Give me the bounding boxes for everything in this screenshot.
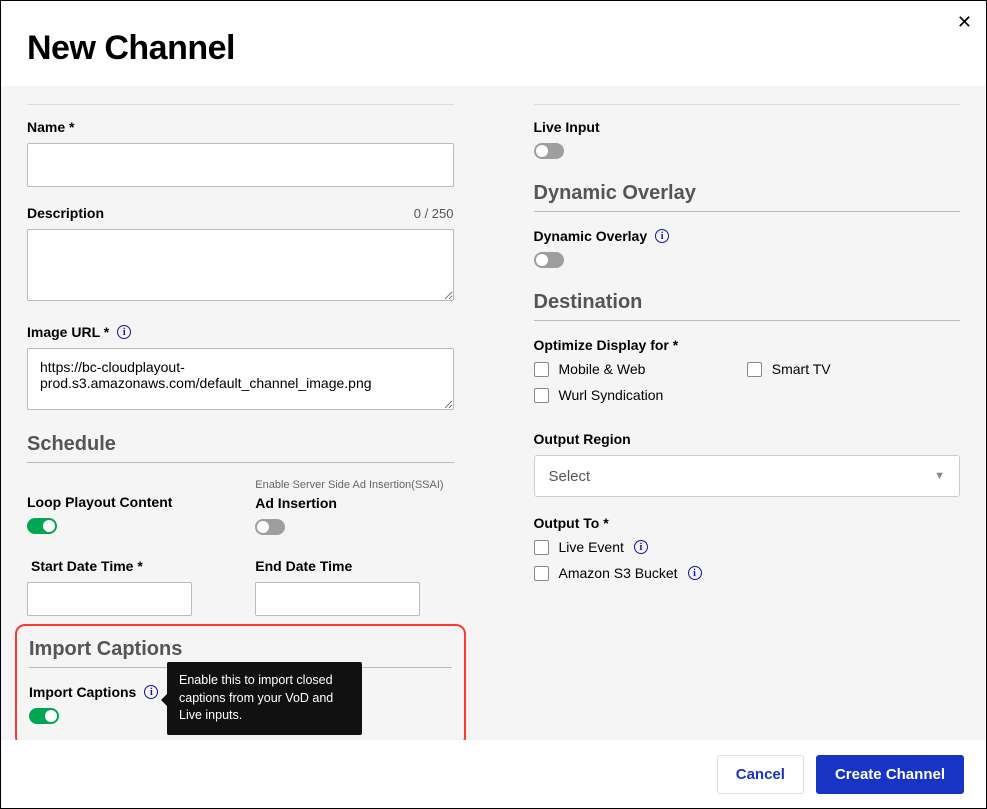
optimize-mobile-web-label: Mobile & Web	[559, 361, 646, 377]
info-icon[interactable]: i	[634, 540, 648, 554]
name-label: Name *	[27, 119, 454, 135]
output-region-placeholder: Select	[549, 468, 591, 485]
optimize-label: Optimize Display for *	[534, 337, 961, 353]
output-s3-label: Amazon S3 Bucket	[559, 565, 678, 581]
ssai-helper-text: Enable Server Side Ad Insertion(SSAI)	[255, 479, 453, 491]
divider	[534, 211, 961, 212]
ad-insertion-label: Ad Insertion	[255, 495, 453, 511]
modal-header: New Channel	[1, 1, 986, 86]
checkbox-icon	[534, 362, 549, 377]
new-channel-modal: ✕ New Channel Name * Description 0 / 250…	[0, 0, 987, 809]
description-field-group: Description 0 / 250	[27, 205, 454, 306]
divider	[534, 104, 961, 105]
start-date-input[interactable]	[27, 582, 192, 616]
info-icon[interactable]: i	[144, 685, 158, 699]
import-captions-heading: Import Captions	[29, 638, 452, 661]
import-captions-tooltip: Enable this to import closed captions fr…	[167, 662, 362, 735]
schedule-heading: Schedule	[27, 433, 454, 456]
description-counter: 0 / 250	[414, 206, 454, 221]
info-icon[interactable]: i	[688, 566, 702, 580]
live-input-toggle[interactable]	[534, 143, 564, 159]
image-url-input[interactable]	[27, 348, 454, 410]
optimize-mobile-web-option[interactable]: Mobile & Web	[534, 361, 747, 377]
destination-heading: Destination	[534, 291, 961, 314]
description-textarea[interactable]	[27, 229, 454, 301]
left-column: Name * Description 0 / 250 Image URL * i…	[27, 86, 494, 743]
dynamic-overlay-label: Dynamic Overlay	[534, 228, 648, 244]
end-date-group: End Date Time	[255, 558, 453, 616]
name-input[interactable]	[27, 143, 454, 187]
description-label-text: Description	[27, 205, 104, 221]
output-region-group: Output Region Select ▼	[534, 431, 961, 497]
optimize-wurl-option[interactable]: Wurl Syndication	[534, 387, 747, 403]
start-date-group: Start Date Time *	[27, 558, 225, 616]
cancel-button[interactable]: Cancel	[717, 755, 804, 794]
output-region-select[interactable]: Select ▼	[534, 455, 961, 497]
divider	[27, 462, 454, 463]
optimize-smarttv-label: Smart TV	[772, 361, 831, 377]
output-live-event-label: Live Event	[559, 539, 624, 555]
ad-insertion-toggle[interactable]	[255, 519, 285, 535]
start-date-label: Start Date Time *	[27, 558, 225, 574]
modal-footer: Cancel Create Channel	[1, 740, 986, 808]
modal-body: Name * Description 0 / 250 Image URL * i…	[1, 86, 986, 743]
dynamic-overlay-group: Dynamic Overlay i	[534, 228, 961, 273]
image-url-label: Image URL * i	[27, 324, 454, 340]
output-to-label: Output To *	[534, 515, 961, 531]
info-icon[interactable]: i	[117, 325, 131, 339]
divider	[534, 320, 961, 321]
divider	[27, 104, 454, 105]
dynamic-overlay-toggle[interactable]	[534, 252, 564, 268]
live-input-label: Live Input	[534, 119, 961, 135]
optimize-wurl-label: Wurl Syndication	[559, 387, 664, 403]
dynamic-overlay-heading: Dynamic Overlay	[534, 182, 961, 205]
optimize-group: Optimize Display for * Mobile & Web Smar…	[534, 337, 961, 413]
checkbox-icon	[534, 540, 549, 555]
create-channel-button[interactable]: Create Channel	[816, 755, 964, 794]
end-date-input[interactable]	[255, 582, 420, 616]
dynamic-overlay-label-row: Dynamic Overlay i	[534, 228, 961, 244]
import-captions-label: Import Captions	[29, 684, 136, 700]
output-region-label: Output Region	[534, 431, 961, 447]
image-url-label-text: Image URL *	[27, 324, 109, 340]
loop-playout-group: Loop Playout Content	[27, 479, 225, 540]
checkbox-icon	[534, 388, 549, 403]
import-captions-toggle[interactable]	[29, 708, 59, 724]
right-column: Live Input Dynamic Overlay Dynamic Overl…	[494, 86, 961, 743]
image-url-field-group: Image URL * i	[27, 324, 454, 415]
modal-title: New Channel	[27, 29, 960, 68]
close-icon[interactable]: ✕	[957, 13, 972, 31]
import-captions-highlight: Import Captions Import Captions i Enable…	[15, 624, 466, 743]
output-live-event-option[interactable]: Live Event i	[534, 539, 961, 555]
live-input-group: Live Input	[534, 119, 961, 164]
description-label: Description 0 / 250	[27, 205, 454, 221]
optimize-smarttv-option[interactable]: Smart TV	[747, 361, 960, 377]
output-s3-option[interactable]: Amazon S3 Bucket i	[534, 565, 961, 581]
loop-playout-toggle[interactable]	[27, 518, 57, 534]
ad-insertion-group: Enable Server Side Ad Insertion(SSAI) Ad…	[255, 479, 453, 540]
info-icon[interactable]: i	[655, 229, 669, 243]
end-date-label: End Date Time	[255, 558, 453, 574]
chevron-down-icon: ▼	[934, 470, 945, 482]
name-field-group: Name *	[27, 119, 454, 187]
output-to-group: Output To * Live Event i Amazon S3 Bucke…	[534, 515, 961, 581]
loop-playout-label: Loop Playout Content	[27, 494, 225, 510]
checkbox-icon	[534, 566, 549, 581]
checkbox-icon	[747, 362, 762, 377]
